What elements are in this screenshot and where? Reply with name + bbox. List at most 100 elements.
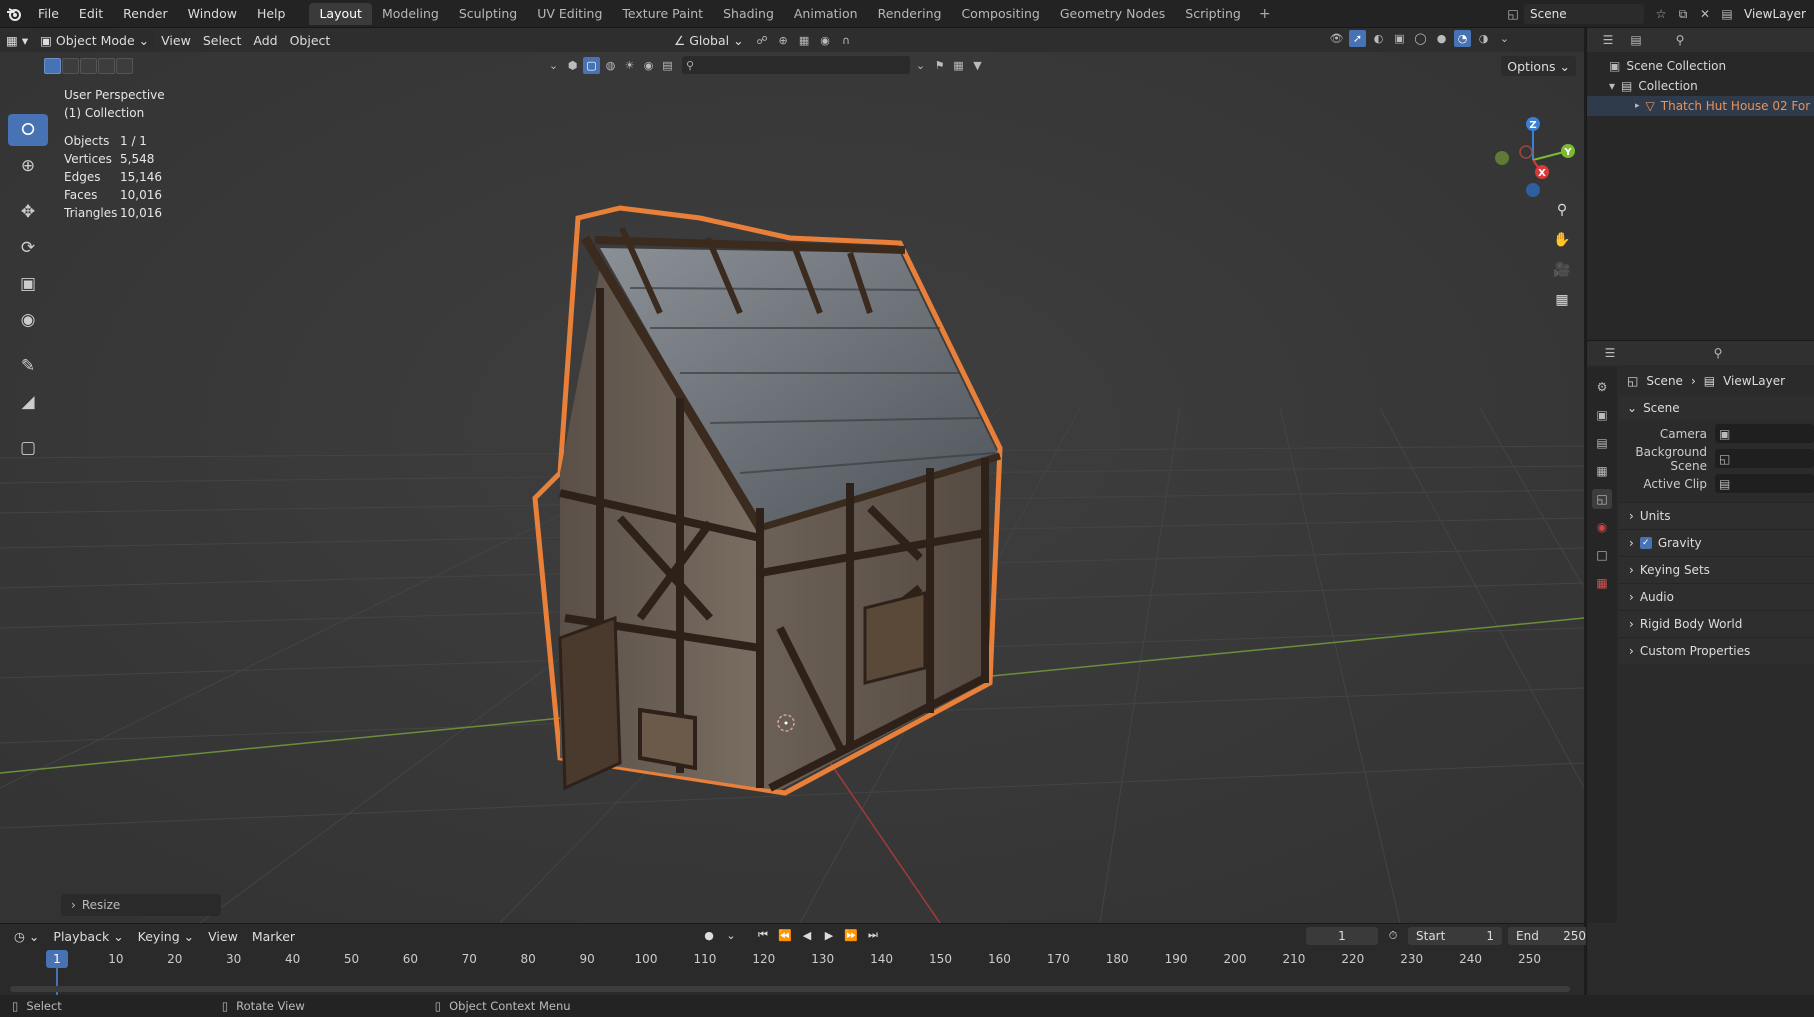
menu-select[interactable]: Select	[197, 30, 248, 50]
move-tool-icon[interactable]: ✥	[8, 196, 48, 228]
output-tab-icon[interactable]: ▤	[1592, 433, 1612, 453]
options-button[interactable]: Options ⌄	[1501, 56, 1576, 76]
expand-down-icon[interactable]: ▾	[1609, 79, 1615, 93]
tab-texture-paint[interactable]: Texture Paint	[612, 3, 713, 25]
menu-edit[interactable]: Edit	[69, 0, 113, 28]
annotate-tool-icon[interactable]: ✎	[8, 350, 48, 382]
menu-view[interactable]: View	[155, 30, 197, 50]
tab-compositing[interactable]: Compositing	[951, 3, 1049, 25]
add-cube-tool-icon[interactable]: ▢	[8, 432, 48, 464]
next-keyframe-icon[interactable]: ⏩	[842, 926, 860, 944]
scale-tool-icon[interactable]: ▣	[8, 268, 48, 300]
play-icon[interactable]: ▶	[820, 926, 838, 944]
transform-tool-icon[interactable]: ◉	[8, 304, 48, 336]
select-invert-icon[interactable]	[98, 58, 115, 74]
outliner-editor-icon[interactable]: ☰	[1597, 30, 1619, 50]
filter-light-icon[interactable]: ☀	[621, 57, 638, 74]
pan-hand-icon[interactable]: ✋	[1550, 228, 1574, 252]
viewport-search-input[interactable]: ⚲	[682, 56, 910, 74]
filter-select-icon[interactable]: ▢	[583, 56, 600, 74]
view-layer-field[interactable]: ViewLayer	[1738, 4, 1814, 24]
world-tab-icon[interactable]: ◉	[1592, 517, 1612, 537]
tab-rendering[interactable]: Rendering	[868, 3, 952, 25]
add-workspace-icon[interactable]: +	[1251, 6, 1279, 22]
view-layer-tab-icon[interactable]: ▦	[1592, 461, 1612, 481]
play-reverse-icon[interactable]: ◀	[798, 926, 816, 944]
menu-view[interactable]: View	[202, 926, 244, 946]
units-panel[interactable]: › Units	[1619, 502, 1814, 529]
search-options-icon[interactable]: ⌄	[912, 57, 929, 74]
keying-sets-panel[interactable]: › Keying Sets	[1619, 556, 1814, 583]
menu-keying[interactable]: Keying ⌄	[132, 926, 200, 946]
transform-orientation[interactable]: ∠ Global ⌄	[668, 30, 750, 50]
tab-modeling[interactable]: Modeling	[372, 3, 449, 25]
rotate-tool-icon[interactable]: ⟳	[8, 232, 48, 264]
overlay-toggle-icon[interactable]: ◐	[1370, 30, 1387, 47]
shading-options-icon[interactable]: ⌄	[1496, 30, 1513, 47]
active-clip-field[interactable]: ▤	[1715, 474, 1814, 493]
rendered-shading-icon[interactable]: ◑	[1475, 30, 1492, 47]
rigid-body-world-panel[interactable]: › Rigid Body World	[1619, 610, 1814, 637]
filter-icon[interactable]: ▼	[969, 57, 986, 74]
new-scene-icon[interactable]: ⧉	[1672, 4, 1694, 24]
background-scene-field[interactable]: ◱	[1715, 449, 1814, 468]
delete-scene-icon[interactable]: ✕	[1694, 4, 1716, 24]
filter-empty-icon[interactable]: ▤	[659, 57, 676, 74]
snap-target-icon[interactable]: ▦	[796, 32, 813, 49]
blender-logo-icon[interactable]	[0, 0, 28, 28]
proportional-edit-icon[interactable]: ◉	[817, 32, 834, 49]
record-icon[interactable]: ●	[700, 926, 718, 944]
editor-type-button[interactable]: ▦ ▾	[0, 30, 34, 50]
tool-tab-icon[interactable]: ⚙	[1592, 377, 1612, 397]
menu-add[interactable]: Add	[247, 30, 283, 50]
select-intersect-icon[interactable]	[116, 58, 133, 74]
scene-tab-icon[interactable]: ◱	[1592, 489, 1612, 509]
select-extend-icon[interactable]	[62, 58, 79, 74]
tab-layout[interactable]: Layout	[309, 2, 372, 25]
tab-geometry-nodes[interactable]: Geometry Nodes	[1050, 3, 1175, 25]
menu-object[interactable]: Object	[284, 30, 337, 50]
menu-playback[interactable]: Playback ⌄	[47, 926, 129, 946]
falloff-icon[interactable]: ∩	[838, 32, 855, 49]
outliner-row-scene-collection[interactable]: ▣ Scene Collection	[1587, 56, 1814, 76]
auto-key-options-icon[interactable]: ⌄	[722, 926, 740, 944]
camera-view-icon[interactable]: 🎥	[1550, 258, 1574, 282]
select-subtract-icon[interactable]	[80, 58, 97, 74]
menu-window[interactable]: Window	[178, 0, 247, 28]
properties-editor-icon[interactable]: ☰	[1599, 343, 1621, 363]
menu-marker[interactable]: Marker	[246, 926, 301, 946]
scene-selector-icon[interactable]: ◱	[1502, 4, 1524, 24]
cursor-tool-icon[interactable]: ⊕	[8, 150, 48, 182]
tab-scripting[interactable]: Scripting	[1175, 3, 1251, 25]
gravity-checkbox[interactable]: ✓	[1639, 537, 1652, 549]
texture-tab-icon[interactable]: ▦	[1592, 573, 1612, 593]
scene-field[interactable]: Scene	[1524, 4, 1644, 24]
select-box-tool-icon[interactable]: ⭘	[8, 114, 48, 146]
display-mode-icon[interactable]: ▤	[1625, 30, 1647, 50]
jump-start-icon[interactable]: ⏮	[754, 926, 772, 944]
navigation-gizmo[interactable]: Z Y X	[1488, 110, 1578, 200]
filter-mesh-icon[interactable]: ◍	[602, 57, 619, 74]
bookmark-icon[interactable]: ⚑	[931, 57, 948, 74]
properties-search-icon[interactable]: ⚲	[1707, 343, 1729, 363]
wireframe-shading-icon[interactable]: ◯	[1412, 30, 1429, 47]
view-layer-icon[interactable]: ▤	[1716, 4, 1738, 24]
jump-end-icon[interactable]: ⏭	[864, 926, 882, 944]
outliner-row-object[interactable]: ▸ ▽ Thatch Hut House 02 For Ga	[1587, 96, 1814, 116]
xray-toggle-icon[interactable]: ▣	[1391, 30, 1408, 47]
material-shading-icon[interactable]: ◔	[1454, 30, 1471, 47]
ortho-grid-icon[interactable]: ▦	[1550, 288, 1574, 312]
collapse-icon[interactable]: ⌄	[545, 57, 562, 74]
camera-field[interactable]: ▣	[1715, 424, 1814, 443]
end-frame-field[interactable]: End 250	[1508, 927, 1594, 945]
tab-shading[interactable]: Shading	[713, 3, 784, 25]
tab-uv-editing[interactable]: UV Editing	[527, 3, 612, 25]
gizmo-toggle-icon[interactable]: ➚	[1349, 30, 1366, 47]
3d-viewport[interactable]: ▦ ▾ ▣ Object Mode ⌄ View Select Add Object …	[0, 28, 1584, 923]
prev-keyframe-icon[interactable]: ⏪	[776, 926, 794, 944]
measure-tool-icon[interactable]: ◢	[8, 386, 48, 418]
solid-shading-icon[interactable]: ●	[1433, 30, 1450, 47]
mode-selector[interactable]: ▣ Object Mode ⌄	[34, 30, 156, 50]
visibility-icon[interactable]: 👁	[1328, 30, 1345, 47]
outliner-search-icon[interactable]: ⚲	[1669, 30, 1691, 50]
